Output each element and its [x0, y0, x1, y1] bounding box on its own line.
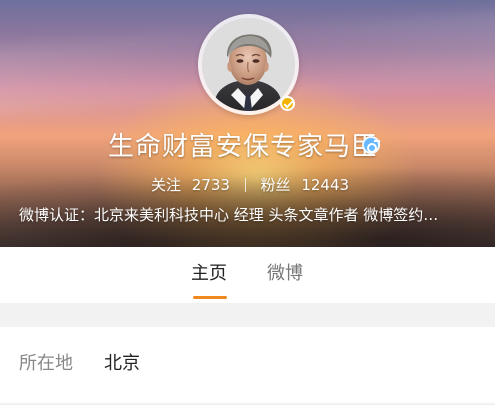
profile-name: 生命财富安保专家马臣 — [108, 132, 379, 162]
profile-tabs: 主页 微博 — [0, 247, 495, 303]
tab-weibo[interactable]: 微博 — [267, 263, 303, 285]
verified-check-icon — [280, 96, 295, 111]
tab-home[interactable]: 主页 — [191, 263, 227, 285]
active-tab-indicator — [193, 296, 227, 299]
followers-stat[interactable]: 粉丝 12443 — [261, 176, 350, 194]
avatar[interactable] — [202, 18, 295, 111]
location-row: 所在地 北京 — [0, 327, 495, 405]
profile-screen: 生命财富安保专家马臣 关注 2733 粉丝 12443 微博认证：北京来美利科技… — [0, 0, 495, 405]
section-gap — [0, 303, 495, 327]
profile-stats: 关注 2733 粉丝 12443 — [151, 176, 349, 194]
followers-count: 12443 — [301, 176, 350, 194]
location-label: 所在地 — [19, 353, 73, 374]
verification-text: 微博认证：北京来美利科技中心 经理 头条文章作者 微博签约… — [19, 206, 439, 224]
followers-label: 粉丝 — [260, 176, 291, 194]
location-value: 北京 — [104, 353, 140, 374]
stats-divider — [244, 178, 246, 192]
following-stat[interactable]: 关注 2733 — [151, 176, 230, 194]
male-icon — [362, 136, 380, 154]
following-label: 关注 — [151, 176, 182, 194]
following-count: 2733 — [191, 176, 230, 194]
